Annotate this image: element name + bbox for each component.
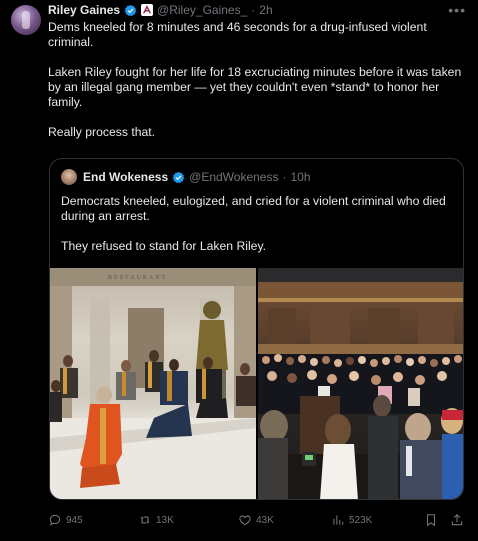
org-badge-icon[interactable] — [141, 4, 154, 16]
avatar[interactable] — [11, 5, 41, 35]
timestamp[interactable]: 2h — [259, 3, 272, 17]
reply-icon — [49, 514, 61, 526]
tweet-header: Riley Gaines @Riley_Gaines_ · 2h — [48, 0, 273, 20]
share-button[interactable] — [450, 510, 464, 530]
repost-count: 13K — [156, 514, 174, 526]
verified-icon — [124, 4, 137, 17]
tweet-paragraph: Dems kneeled for 8 minutes and 46 second… — [48, 20, 427, 49]
tweet-text: Dems kneeled for 8 minutes and 46 second… — [48, 20, 463, 140]
quote-author-handle: @EndWokeness — [189, 170, 279, 184]
views-button[interactable]: 523K — [331, 510, 372, 530]
reply-button[interactable]: 945 — [48, 510, 83, 530]
more-icon[interactable]: ••• — [448, 2, 466, 18]
quote-avatar — [61, 169, 77, 185]
share-icon — [451, 514, 463, 526]
tweet-paragraph: Laken Riley fought for her life for 18 e… — [48, 65, 462, 109]
quote-photos: RESTAURANT — [50, 268, 463, 499]
like-icon — [239, 515, 251, 526]
views-count: 523K — [349, 514, 373, 526]
photo-house-chamber[interactable] — [258, 268, 463, 499]
repost-button[interactable]: 13K — [138, 510, 174, 530]
like-count: 43K — [256, 514, 274, 526]
separator: · — [251, 3, 256, 17]
author-handle[interactable]: @Riley_Gaines_ — [157, 3, 247, 17]
quote-author-name: End Wokeness — [83, 170, 169, 184]
bookmark-icon — [426, 514, 436, 527]
verified-icon — [172, 171, 185, 184]
bookmark-button[interactable] — [424, 510, 438, 530]
tweet-paragraph: Really process that. — [48, 125, 156, 139]
reply-count: 945 — [66, 514, 83, 526]
quote-text: Democrats kneeled, eulogized, and cried … — [61, 194, 456, 269]
author-name[interactable]: Riley Gaines — [48, 3, 120, 17]
quote-paragraph: Democrats kneeled, eulogized, and cried … — [61, 194, 446, 223]
quoted-tweet[interactable]: End Wokeness @EndWokeness · 10h Democrat… — [49, 158, 464, 500]
views-icon — [333, 515, 344, 525]
quote-timestamp: 10h — [290, 170, 311, 184]
repost-icon — [140, 516, 150, 524]
like-button[interactable]: 43K — [238, 510, 274, 530]
quote-paragraph: They refused to stand for Laken Riley. — [61, 239, 267, 253]
photo-kneeling-capitol[interactable]: RESTAURANT — [50, 268, 256, 499]
separator: · — [282, 170, 287, 184]
quote-header: End Wokeness @EndWokeness · 10h — [61, 169, 311, 185]
photo-banner-text: RESTAURANT — [108, 275, 167, 281]
action-bar: 945 13K 43K 523K — [48, 510, 468, 530]
